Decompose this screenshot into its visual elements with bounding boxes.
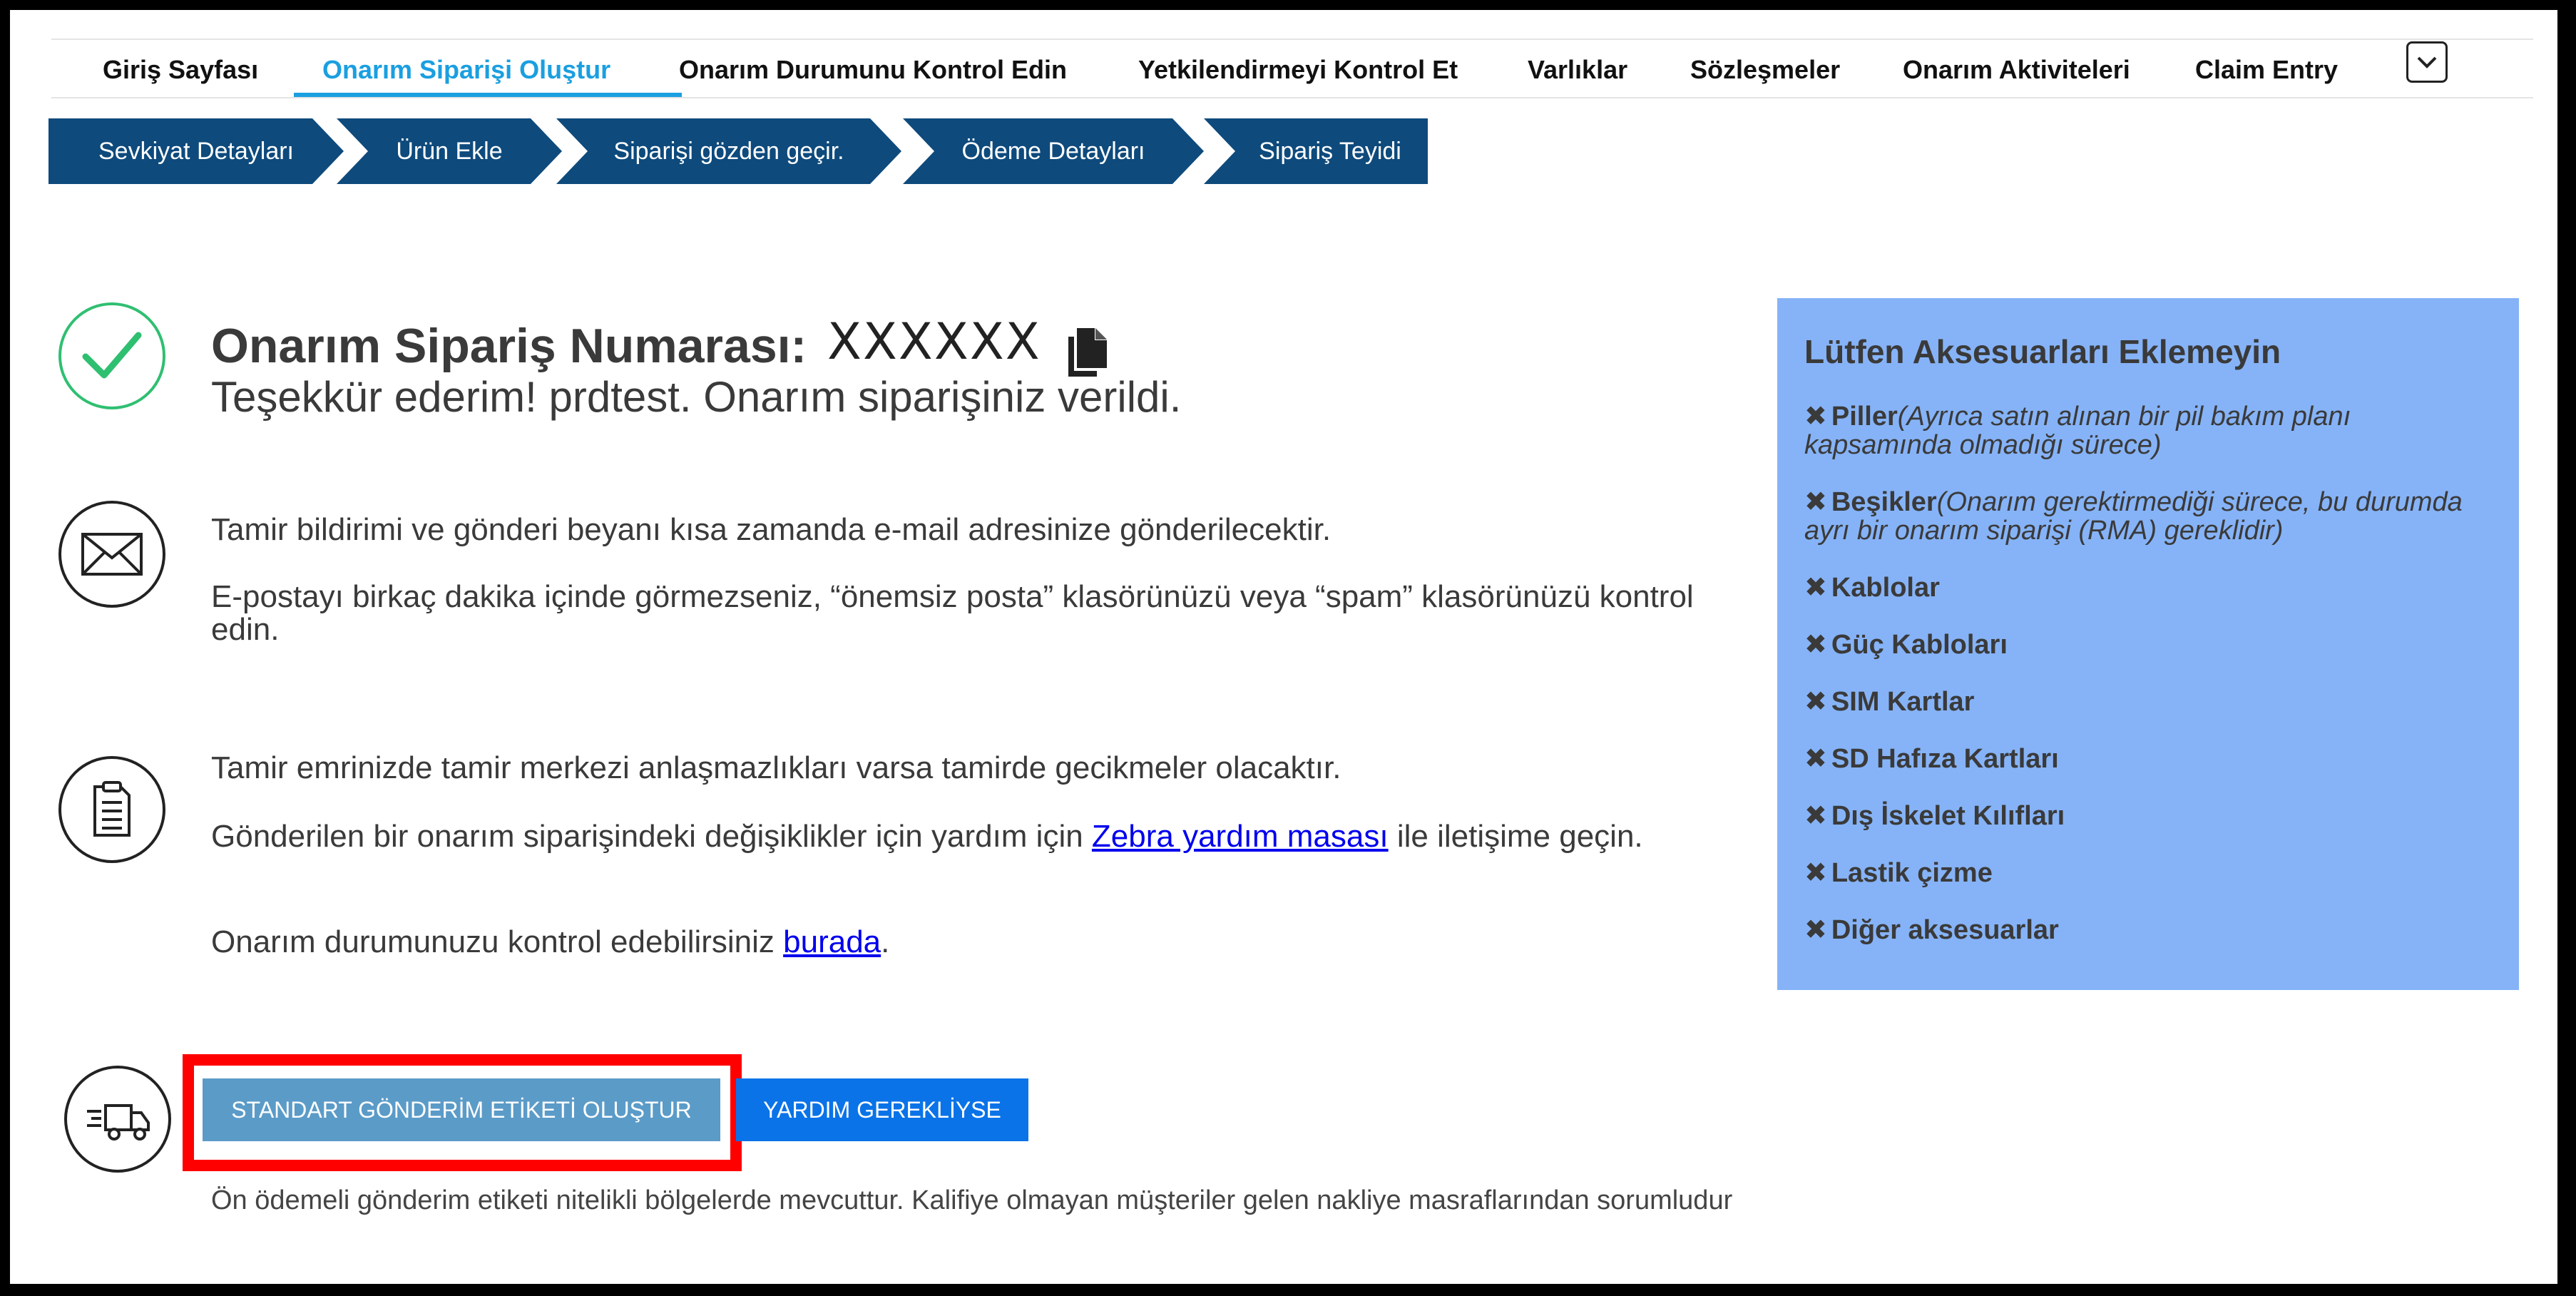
x-icon: ✖: [1804, 858, 1827, 888]
x-icon: ✖: [1804, 915, 1827, 945]
chevron-down-icon: [2417, 56, 2437, 68]
progress-steps: Sevkiyat Detayları Ürün Ekle Siparişi gö…: [48, 118, 1461, 184]
x-icon: ✖: [1804, 573, 1827, 603]
step-order-confirmation: Sipariş Teyidi: [1204, 118, 1428, 184]
step-label: Ürün Ekle: [396, 138, 503, 165]
helpdesk-notice: Gönderilen bir onarım siparişindeki deği…: [211, 820, 1766, 853]
nav-item-assets[interactable]: Varlıklar: [1528, 40, 1627, 97]
nav-more-dropdown[interactable]: [2406, 41, 2448, 83]
nav-item-claim-entry[interactable]: Claim Entry: [2195, 40, 2338, 97]
accessory-item: ✖ Diğer aksesuarlar: [1804, 916, 2496, 944]
x-icon: ✖: [1804, 402, 1827, 432]
prepaid-label-footnote: Ön ödemeli gönderim etiketi nitelikli bö…: [211, 1185, 1733, 1215]
repair-status-notice: Onarım durumunuzu kontrol edebilirsiniz …: [211, 926, 1766, 959]
envelope-icon: [58, 501, 165, 608]
step-review-order: Siparişi gözden geçir.: [556, 118, 901, 184]
step-label: Siparişi gözden geçir.: [613, 138, 844, 165]
accessory-item: ✖ SD Hafıza Kartları: [1804, 745, 2496, 773]
order-number-label: Onarım Sipariş Numarası:: [211, 319, 807, 373]
step-add-product: Ürün Ekle: [337, 118, 562, 184]
accessory-item: ✖ Lastik çizme: [1804, 859, 2496, 887]
nav-item-repair-activities[interactable]: Onarım Aktiviteleri: [1903, 40, 2130, 97]
step-shipping-details: Sevkiyat Detayları: [48, 118, 344, 184]
step-payment-details: Ödeme Detayları: [903, 118, 1204, 184]
nav-item-contracts[interactable]: Sözleşmeler: [1690, 40, 1840, 97]
email-notice-text: Tamir bildirimi ve gönderi beyanı kısa z…: [211, 512, 1332, 547]
accessory-name: Dış İskelet Kılıfları: [1831, 801, 2065, 831]
checkmark-icon: [82, 332, 142, 379]
status-text-before: Onarım durumunuzu kontrol edebilirsiniz: [211, 924, 784, 959]
nav-item-check-authorization[interactable]: Yetkilendirmeyi Kontrol Et: [1138, 40, 1458, 97]
accessory-name: SD Hafıza Kartları: [1831, 744, 2059, 774]
accessory-item: ✖ Kablolar: [1804, 573, 2496, 602]
accessory-name: Lastik çizme: [1831, 858, 1993, 888]
x-icon: ✖: [1804, 630, 1827, 660]
accessory-name: Güç Kabloları: [1831, 630, 2008, 660]
shipping-truck-icon: [64, 1066, 171, 1173]
step-label: Ödeme Detayları: [961, 138, 1145, 165]
page: Giriş Sayfası Onarım Siparişi Oluştur On…: [10, 10, 2557, 1284]
top-nav: Giriş Sayfası Onarım Siparişi Oluştur On…: [51, 39, 2533, 98]
accessory-name: Beşikler: [1831, 487, 1937, 517]
helpdesk-text-before: Gönderilen bir onarım siparişindeki deği…: [211, 819, 1092, 854]
success-check-icon: [58, 302, 165, 409]
accessory-name: Kablolar: [1831, 573, 1940, 603]
step-label: Sevkiyat Detayları: [98, 138, 294, 165]
repair-status-link[interactable]: burada: [783, 924, 881, 959]
accessory-item: ✖ Piller(Ayrıca satın alınan bir pil bakı…: [1804, 402, 2496, 459]
accessory-item: ✖ Güç Kabloları: [1804, 631, 2496, 659]
accessory-item: ✖ Dış İskelet Kılıfları: [1804, 802, 2496, 830]
accessory-item: ✖ Beşikler(Onarım gerektirmediği sürece, …: [1804, 488, 2496, 545]
accessory-name: Piller: [1831, 402, 1898, 432]
delay-notice-text: Tamir emrinizde tamir merkezi anlaşmazlı…: [211, 750, 1341, 785]
spam-notice-text: E-postayı birkaç dakika içinde görmezsen…: [211, 579, 1694, 647]
accessory-name: Diğer aksesuarlar: [1831, 915, 2059, 945]
x-icon: ✖: [1804, 744, 1827, 774]
x-icon: ✖: [1804, 487, 1827, 517]
helpdesk-text-after: ile iletişime geçin.: [1388, 819, 1643, 854]
accessories-warning-panel: Lütfen Aksesuarları Eklemeyin ✖ Piller(Ay…: [1777, 298, 2519, 990]
step-label: Sipariş Teyidi: [1259, 138, 1401, 165]
help-needed-button[interactable]: YARDIM GEREKLİYSE: [736, 1078, 1028, 1141]
helpdesk-link[interactable]: Zebra yardım masası: [1092, 819, 1389, 854]
x-icon: ✖: [1804, 801, 1827, 831]
document-icon: [58, 756, 165, 863]
accessory-name: SIM Kartlar: [1831, 687, 1975, 717]
nav-item-home[interactable]: Giriş Sayfası: [103, 40, 258, 97]
x-icon: ✖: [1804, 687, 1827, 717]
nav-active-underline: [294, 93, 682, 97]
accessories-title: Lütfen Aksesuarları Eklemeyin: [1804, 333, 2281, 370]
nav-item-check-repair-status[interactable]: Onarım Durumunu Kontrol Edin: [679, 40, 1067, 97]
order-number-value: XXXXXX: [827, 312, 1041, 371]
accessory-item: ✖ SIM Kartlar: [1804, 688, 2496, 716]
create-standard-shipping-label-button[interactable]: STANDART GÖNDERİM ETİKETİ OLUŞTUR: [203, 1078, 720, 1141]
thank-you-message: Teşekkür ederim! prdtest. Onarım sipariş…: [211, 373, 1182, 421]
nav-item-create-repair-order[interactable]: Onarım Siparişi Oluştur: [322, 40, 610, 97]
status-text-after: .: [881, 924, 890, 959]
